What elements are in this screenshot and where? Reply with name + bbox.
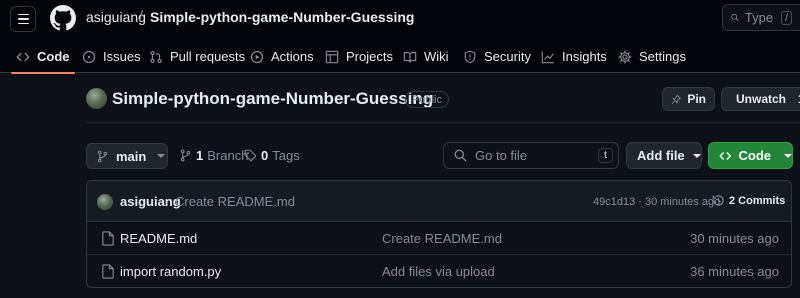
repo-title[interactable]: Simple-python-game-Number-Guessing bbox=[112, 89, 433, 109]
branches-link[interactable]: 1 Branch bbox=[179, 148, 248, 163]
table-row[interactable]: README.md Create README.md 30 minutes ag… bbox=[87, 222, 791, 254]
tag-label: Tags bbox=[272, 148, 300, 163]
commits-link[interactable]: 2 Commits bbox=[712, 194, 785, 207]
go-to-file-placeholder: Go to file bbox=[475, 148, 528, 163]
file-commit-time: 30 minutes ago bbox=[690, 231, 779, 246]
commit-author-avatar[interactable] bbox=[97, 194, 113, 210]
pin-button[interactable]: Pin bbox=[662, 87, 715, 111]
unwatch-label: Unwatch bbox=[736, 92, 787, 106]
commit-author[interactable]: asiguiang bbox=[120, 194, 181, 209]
breadcrumb-repo[interactable]: Simple-python-game-Number-Guessing bbox=[150, 9, 414, 25]
graph-icon bbox=[541, 50, 554, 63]
global-header: asiguiang / Simple-python-game-Number-Gu… bbox=[0, 0, 800, 74]
tab-issues[interactable]: Issues bbox=[82, 40, 141, 73]
tab-projects[interactable]: Projects bbox=[325, 40, 393, 73]
tab-insights[interactable]: Insights bbox=[541, 40, 607, 73]
table-row[interactable]: import random.py Add files via upload 36… bbox=[87, 254, 791, 286]
pin-label: Pin bbox=[687, 92, 706, 106]
tab-label: Actions bbox=[271, 49, 314, 64]
tab-label: Insights bbox=[562, 49, 607, 64]
menu-icon-line bbox=[17, 18, 29, 20]
tag-icon bbox=[244, 149, 257, 162]
search-shortcut-key: / bbox=[781, 10, 793, 25]
history-icon bbox=[712, 195, 724, 206]
tab-pull-requests[interactable]: Pull requests bbox=[149, 40, 245, 73]
tab-label: Issues bbox=[103, 49, 141, 64]
branch-icon bbox=[180, 149, 191, 162]
owner-avatar[interactable] bbox=[86, 88, 107, 109]
chevron-down-icon bbox=[784, 153, 792, 158]
file-icon bbox=[102, 264, 114, 279]
latest-commit-bar: asiguiang Create README.md 49c1d13 · 30 … bbox=[87, 181, 791, 222]
file-icon bbox=[102, 231, 114, 246]
file-commit-time: 36 minutes ago bbox=[690, 264, 779, 279]
tab-label: Projects bbox=[346, 49, 393, 64]
tab-label: Pull requests bbox=[170, 49, 246, 64]
tab-settings[interactable]: Settings bbox=[618, 40, 686, 73]
tab-label: Settings bbox=[639, 49, 686, 64]
play-icon bbox=[250, 50, 264, 63]
branch-icon bbox=[97, 150, 108, 162]
breadcrumb-separator: / bbox=[139, 8, 144, 25]
commit-message[interactable]: Create README.md bbox=[175, 194, 295, 209]
chevron-down-icon bbox=[692, 153, 701, 158]
code-icon bbox=[719, 151, 731, 160]
file-listing: asiguiang Create README.md 49c1d13 · 30 … bbox=[86, 180, 792, 288]
add-file-label: Add file bbox=[637, 148, 685, 163]
breadcrumb-owner[interactable]: asiguiang bbox=[86, 9, 146, 25]
menu-icon-line bbox=[17, 13, 29, 16]
go-to-file-shortcut: t bbox=[598, 148, 613, 163]
github-logo-icon[interactable] bbox=[50, 5, 76, 31]
tab-label: Wiki bbox=[424, 49, 449, 64]
shield-icon bbox=[464, 50, 476, 63]
tab-label: Code bbox=[37, 49, 70, 64]
unwatch-button[interactable]: Unwatch 1 bbox=[721, 87, 800, 111]
tab-code[interactable]: Code bbox=[11, 40, 74, 74]
menu-button[interactable] bbox=[10, 6, 36, 32]
file-commit-message[interactable]: Add files via upload bbox=[382, 264, 495, 279]
search-icon bbox=[454, 149, 467, 162]
branch-name: main bbox=[116, 148, 147, 164]
code-button-label: Code bbox=[738, 148, 772, 163]
go-to-file-input[interactable]: Go to file t bbox=[443, 142, 619, 169]
issue-icon bbox=[82, 50, 96, 63]
file-commit-message[interactable]: Create README.md bbox=[382, 231, 502, 246]
code-button[interactable]: Code bbox=[708, 142, 793, 169]
tab-security[interactable]: Security bbox=[463, 40, 531, 73]
repo-nav-tabs: Code Issues Pull requests Actions Projec… bbox=[0, 40, 800, 74]
tab-wiki[interactable]: Wiki bbox=[403, 40, 449, 73]
visibility-badge: Public bbox=[405, 91, 449, 108]
code-icon bbox=[16, 52, 30, 61]
pull-request-icon bbox=[150, 50, 162, 63]
chevron-down-icon bbox=[157, 154, 166, 158]
table-icon bbox=[325, 50, 339, 63]
search-hint-prefix: Type bbox=[744, 10, 774, 25]
global-search-input[interactable]: Type/to bbox=[722, 4, 800, 31]
commit-hash-time[interactable]: 49c1d13 · 30 minutes ago bbox=[593, 196, 720, 208]
tags-link[interactable]: 0 Tags bbox=[244, 148, 300, 163]
commits-label: 2 Commits bbox=[729, 194, 786, 207]
tab-actions[interactable]: Actions bbox=[250, 40, 314, 73]
section-divider bbox=[86, 122, 800, 123]
gear-icon bbox=[618, 49, 632, 64]
tab-label: Security bbox=[484, 49, 531, 64]
file-name[interactable]: import random.py bbox=[120, 264, 221, 279]
branch-label: Branch bbox=[207, 148, 249, 163]
menu-icon-line bbox=[17, 22, 29, 25]
add-file-button[interactable]: Add file bbox=[626, 142, 702, 169]
file-name[interactable]: README.md bbox=[120, 231, 197, 246]
search-icon bbox=[731, 13, 739, 22]
book-icon bbox=[403, 51, 417, 63]
pin-icon bbox=[671, 94, 681, 104]
branch-selector[interactable]: main bbox=[86, 143, 168, 169]
tag-count: 0 bbox=[261, 148, 269, 163]
branch-count: 1 bbox=[196, 148, 204, 163]
